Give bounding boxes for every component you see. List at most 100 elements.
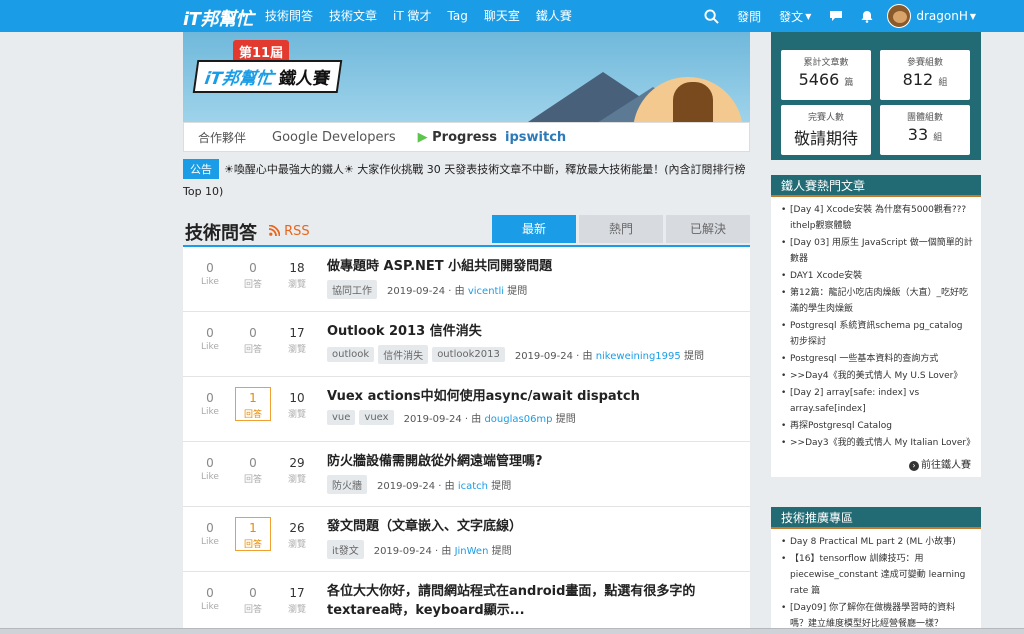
- answer-count: 0 回答: [243, 586, 262, 615]
- like-count: 0 Like: [201, 456, 219, 482]
- view-count: 26 瀏覽: [287, 521, 306, 550]
- table-row: 0 Like 0 回答 29 瀏覽 防火牆設備需開啟從外網遠端管理嗎? 防火牆 201…: [183, 442, 750, 507]
- list-item[interactable]: [Day 4] Xcode安裝 為什麼有5000觀看??? ithelp觀察體驗: [781, 202, 973, 234]
- nav-link-jobs[interactable]: iT 徵才: [393, 0, 431, 32]
- rss-link[interactable]: RSS: [268, 224, 310, 239]
- question-tag[interactable]: vue: [327, 410, 356, 425]
- list-item[interactable]: >>Day4《我的美式情人 My U.S Lover》: [781, 368, 973, 384]
- list-item[interactable]: [Day09] 你了解你在做機器學習時的資料嗎？建立維度模型好比經營餐廳一樣？: [781, 600, 973, 628]
- ask-button[interactable]: 發問: [737, 8, 761, 25]
- tab-latest[interactable]: 最新: [492, 215, 576, 243]
- list-item[interactable]: Day 8 Practical ML part 2 (ML 小故事): [781, 534, 973, 550]
- list-item[interactable]: 第12篇：龍記小吃店肉燥飯（大直）_吃好吃滿的學生肉燥飯: [781, 285, 973, 317]
- user-menu[interactable]: dragonH ▼: [887, 4, 976, 28]
- banner-title-suffix: 鐵人賽: [277, 69, 332, 89]
- announcement-text[interactable]: ☀喚醒心中最強大的鐵人☀ 大家作伙挑戰 30 天發表技術文章不中斷，釋放最大技術…: [183, 163, 746, 198]
- question-title[interactable]: 做專題時 ASP.NET 小組共同開發問題: [327, 257, 737, 276]
- ironman-banner[interactable]: 第11屆 iT邦幫忙 鐵人賽 合作夥伴 Google Developers ▶ …: [183, 32, 750, 152]
- table-row: 0 Like 1 回答 10 瀏覽 Vuex actions中如何使用async/aw…: [183, 377, 750, 442]
- question-tag[interactable]: outlook: [327, 347, 375, 362]
- recommended-title: 技術推廣專區: [771, 507, 981, 529]
- question-tag[interactable]: it發文: [327, 540, 364, 559]
- question-tag[interactable]: 協同工作: [327, 280, 377, 299]
- answer-count: 0 回答: [243, 261, 262, 290]
- partner-ipswitch-logo: ipswitch: [505, 129, 567, 145]
- avatar: [887, 4, 912, 28]
- question-title[interactable]: 各位大大你好，請問網站程式在android畫面，點選有很多字的textarea時…: [327, 582, 737, 620]
- question-title[interactable]: 發文問題（文章嵌入、文字底線）: [327, 517, 737, 536]
- question-tag[interactable]: outlook2013: [432, 347, 505, 362]
- hot-articles-list: [Day 4] Xcode安裝 為什麼有5000觀看??? ithelp觀察體驗…: [771, 197, 981, 451]
- question-date: 2019-09-24 · 由 vicentli 提問: [387, 286, 528, 297]
- username: dragonH: [916, 9, 968, 23]
- nav-link-questions[interactable]: 技術問答: [265, 0, 313, 32]
- list-item[interactable]: 再探Postgresql Catalog: [781, 418, 973, 434]
- stat-finishers: 完賽人數 敬請期待: [781, 105, 871, 155]
- partner-progress-name: Progress: [432, 129, 498, 145]
- like-count: 0 Like: [201, 586, 219, 612]
- post-dropdown[interactable]: 發文 ▼: [779, 8, 811, 25]
- like-count: 0 Like: [201, 391, 219, 417]
- list-item[interactable]: Postgresql 一些基本資料的查詢方式: [781, 351, 973, 367]
- question-tag[interactable]: 信件消失: [378, 345, 429, 364]
- question-meta: 協同工作 2019-09-24 · 由 vicentli 提問: [327, 280, 527, 299]
- view-count: 29 瀏覽: [287, 456, 306, 485]
- author-link[interactable]: vicentli: [468, 286, 504, 297]
- bell-icon[interactable]: [861, 10, 873, 23]
- top-navbar: iT邦幫忙 技術問答 技術文章 iT 徵才 Tag 聊天室 鐵人賽 發問 發文 ▼…: [0, 0, 1024, 32]
- tab-hot[interactable]: 熱門: [579, 215, 663, 243]
- question-meta: vue vuex 2019-09-24 · 由 douglas06mp 提問: [327, 410, 576, 425]
- author-link[interactable]: JinWen: [455, 546, 489, 557]
- horizontal-scrollbar[interactable]: [0, 628, 1024, 634]
- list-item[interactable]: DAY1 Xcode安裝: [781, 268, 973, 284]
- list-item[interactable]: 【16】tensorflow 訓練技巧：用 piecewise_constant…: [781, 551, 973, 599]
- chat-icon[interactable]: [829, 10, 843, 22]
- nav-link-ironman[interactable]: 鐵人賽: [536, 0, 572, 32]
- question-date: 2019-09-24 · 由 icatch 提問: [377, 481, 512, 492]
- banner-title: iT邦幫忙 鐵人賽: [192, 60, 343, 93]
- nav-link-chat[interactable]: 聊天室: [484, 0, 520, 32]
- questions-header: 技術問答 RSS 最新 熱門 已解決: [183, 215, 750, 247]
- list-item[interactable]: [Day 2] array[safe: index] vs array.safe…: [781, 385, 973, 417]
- list-item[interactable]: [Day 03] 用原生 JavaScript 做一個簡單的計數器: [781, 235, 973, 267]
- question-tag[interactable]: vuex: [359, 410, 394, 425]
- author-link[interactable]: nikeweining1995: [596, 351, 681, 362]
- question-title[interactable]: Outlook 2013 信件消失: [327, 322, 737, 341]
- go-ironman-link[interactable]: › 前往鐵人賽: [771, 452, 981, 477]
- stat-groups: 團體組數 33 組: [880, 105, 970, 155]
- question-tabs: 最新 熱門 已解決: [489, 215, 750, 243]
- nav-actions: 發問 發文 ▼ dragonH ▼: [686, 0, 976, 32]
- question-date: 2019-09-24 · 由 nikeweining1995 提問: [514, 351, 704, 362]
- answer-count: 1 回答: [235, 387, 271, 421]
- answer-count: 0 回答: [243, 456, 262, 485]
- search-icon[interactable]: [704, 8, 719, 24]
- chevron-down-icon: ▼: [969, 11, 976, 21]
- tab-solved[interactable]: 已解決: [666, 215, 750, 243]
- like-count: 0 Like: [201, 261, 219, 287]
- recommended-box: 技術推廣專區 Day 8 Practical ML part 2 (ML 小故事…: [771, 507, 981, 628]
- nav-link-articles[interactable]: 技術文章: [329, 0, 377, 32]
- table-row: 0 Like 0 回答 17 瀏覽 Outlook 2013 信件消失 outlook…: [183, 312, 750, 377]
- question-title[interactable]: Vuex actions中如何使用async/await dispatch: [327, 387, 737, 406]
- table-row: 0 Like 0 回答 17 瀏覽 各位大大你好，請問網站程式在android畫面，點…: [183, 572, 750, 634]
- question-title[interactable]: 防火牆設備需開啟從外網遠端管理嗎?: [327, 452, 737, 471]
- rss-label: RSS: [284, 224, 310, 239]
- question-date: 2019-09-24 · 由 JinWen 提問: [373, 546, 512, 557]
- question-tag[interactable]: 防火牆: [327, 475, 367, 494]
- site-logo[interactable]: iT邦幫忙: [183, 5, 253, 31]
- list-item[interactable]: Postgresql 系統資訊schema pg_catalog 初步探討: [781, 318, 973, 350]
- answer-count: 0 回答: [243, 326, 262, 355]
- post-label: 發文: [779, 9, 804, 24]
- author-link[interactable]: douglas06mp: [484, 414, 552, 425]
- answer-count: 1 回答: [235, 517, 271, 551]
- chevron-down-icon: ▼: [805, 11, 812, 21]
- nav-link-tag[interactable]: Tag: [448, 0, 468, 32]
- question-list: 0 Like 0 回答 18 瀏覽 做專題時 ASP.NET 小組共同開發問題 協同工…: [183, 247, 750, 634]
- stat-teams: 參賽組數 812 組: [880, 50, 970, 100]
- author-link[interactable]: icatch: [458, 481, 488, 492]
- arrow-right-icon: ›: [909, 461, 919, 471]
- stat-articles: 累計文章數 5466 篇: [781, 50, 871, 100]
- hot-articles-title: 鐵人賽熱門文章: [771, 175, 981, 197]
- table-row: 0 Like 1 回答 26 瀏覽 發文問題（文章嵌入、文字底線） it發文 2019…: [183, 507, 750, 572]
- list-item[interactable]: >>Day3《我的義式情人 My Italian Lover》: [781, 435, 975, 451]
